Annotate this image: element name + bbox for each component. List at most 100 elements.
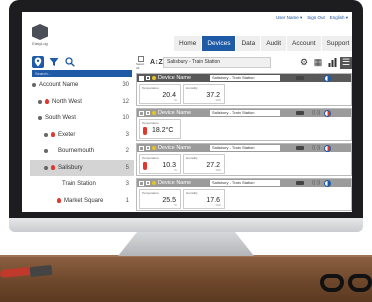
monitor-stand — [118, 232, 254, 256]
logo-text: EasyLog — [32, 41, 48, 46]
nav-audit[interactable]: Audit — [261, 36, 287, 51]
status-dot-icon — [32, 83, 36, 88]
wifi-icon: ((·)) — [312, 110, 321, 116]
tree-item-count: 10 — [122, 115, 129, 122]
top-links: User Name ▾ Sign Out English ▾ — [276, 15, 348, 21]
tree-item-count: 12 — [122, 98, 129, 105]
signal-pie-icon — [324, 144, 332, 152]
device-location: Salisbury - Train Station — [210, 180, 280, 186]
view-toggle: ⚙ ▦ ☰ — [298, 56, 352, 69]
thermometer-alarm-icon — [143, 127, 147, 135]
sort-az-button[interactable]: A↕Z — [150, 59, 163, 66]
signal-pie-icon — [324, 109, 332, 117]
device-location: Salisbury - Train Station — [210, 110, 280, 116]
device-card[interactable]: Device Name Salisbury - Train Station ((… — [136, 143, 352, 176]
tree-item-label: Bournemouth — [58, 148, 95, 155]
device-name: Device Name — [158, 110, 192, 116]
status-dot-icon — [44, 149, 48, 154]
reading-value: 18.2°C — [152, 127, 174, 134]
reading-unit: °C — [173, 203, 177, 207]
reading-label: Temperature — [142, 156, 159, 160]
device-checkbox[interactable] — [139, 145, 144, 151]
reading-unit: %rh — [215, 98, 221, 102]
device-readings: Temperature 18.2°C — [137, 117, 351, 141]
sidebar-tools — [30, 54, 134, 70]
tree-item-label: Account Name — [39, 82, 79, 89]
tree-item-count: 2 — [125, 148, 129, 155]
reading-unit: %rh — [215, 203, 221, 207]
user-menu-link[interactable]: User Name ▾ — [276, 15, 302, 21]
device-card[interactable]: Device Name Salisbury - Train Station ((… — [136, 108, 352, 141]
status-indicator-icon — [152, 76, 156, 80]
nav-home[interactable]: Home — [174, 36, 202, 51]
tree-item-label: Exeter — [58, 131, 76, 138]
temperature-reading: Temperature 25.5 °C — [139, 189, 181, 209]
tree-item-account[interactable]: Account Name 30 — [30, 77, 134, 94]
language-menu-link[interactable]: English ▾ — [330, 15, 348, 21]
tree-item-salisbury[interactable]: Salisbury 5 — [30, 159, 134, 176]
monitor-chin — [9, 218, 363, 232]
tree-item-label: South West — [45, 115, 76, 122]
battery-icon — [296, 146, 304, 150]
tree-item-count: 1 — [125, 197, 129, 204]
device-location: Salisbury - Train Station — [210, 75, 280, 81]
search-button[interactable] — [64, 56, 76, 68]
device-readings: Temperature 10.3 °C Humidity 27.2 %rh — [137, 152, 351, 176]
filter-icon — [49, 58, 59, 66]
battery-icon — [296, 111, 304, 115]
sidebar-search-input[interactable]: Search... — [32, 70, 132, 77]
tree-item-south-west[interactable]: South West 10 — [30, 110, 134, 127]
main-nav: Home Devices Data Audit Account Support — [173, 36, 352, 51]
reading-label: Humidity — [186, 156, 198, 160]
list-view-button[interactable]: ☰ — [340, 56, 352, 69]
device-card[interactable]: Device Name Salisbury - Train Station ((… — [136, 178, 352, 211]
tree-item-label: North West — [52, 98, 82, 105]
tree-item-label: Train Station — [62, 181, 96, 188]
device-checkbox[interactable] — [139, 180, 144, 186]
device-location: Salisbury - Train Station — [210, 145, 280, 151]
status-dot-icon — [44, 165, 48, 170]
tree-item-train-station[interactable]: Train Station 3 — [30, 176, 134, 193]
device-name: Device Name — [158, 75, 192, 81]
tree-item-exeter[interactable]: Exeter 3 — [30, 127, 134, 144]
bar-chart-icon — [328, 58, 336, 67]
gear-icon: ⚙ — [299, 57, 309, 67]
reading-label: Temperature — [142, 86, 159, 90]
status-dot-icon — [44, 132, 48, 137]
filter-button[interactable] — [48, 56, 60, 68]
tree-item-count: 30 — [122, 82, 129, 89]
device-checkbox[interactable] — [139, 110, 144, 116]
reading-label: Temperature — [142, 191, 159, 195]
nav-support[interactable]: Support — [321, 36, 352, 51]
device-type-icon — [146, 146, 150, 150]
settings-button[interactable]: ⚙ — [298, 57, 310, 69]
device-type-icon — [146, 111, 150, 115]
wifi-icon: ((·)) — [312, 180, 321, 186]
device-name: Device Name — [158, 145, 192, 151]
reading-label: Temperature — [142, 121, 159, 125]
reading-unit: °C — [173, 98, 177, 102]
select-all[interactable]: Select All — [136, 55, 146, 70]
nav-data[interactable]: Data — [236, 36, 261, 51]
desk — [0, 257, 372, 302]
device-name: Device Name — [158, 180, 192, 186]
nav-account[interactable]: Account — [287, 36, 321, 51]
sign-out-link[interactable]: Sign Out — [307, 15, 325, 21]
calendar-button[interactable]: ▦ — [312, 57, 324, 69]
device-card-header: Device Name Salisbury - Train Station ((… — [137, 109, 351, 117]
location-pin-button[interactable] — [32, 56, 44, 68]
wifi-icon: ((·)) — [312, 145, 321, 151]
humidity-reading: Humidity 27.2 %rh — [183, 154, 225, 174]
device-toolbar: Select All A↕Z Salisbury - Train Station… — [136, 54, 352, 71]
device-checkbox[interactable] — [139, 75, 144, 81]
tree-item-label: Salisbury — [58, 164, 83, 171]
nav-devices[interactable]: Devices — [202, 36, 236, 51]
device-card-header: Device Name Salisbury - Train Station ((… — [137, 74, 351, 82]
tree-item-north-west[interactable]: North West 12 — [30, 94, 134, 111]
device-card[interactable]: Device Name Salisbury - Train Station ((… — [136, 73, 352, 106]
chart-button[interactable] — [326, 57, 338, 69]
alarm-icon — [51, 165, 55, 171]
tree-item-market-square[interactable]: Market Square 1 — [30, 193, 134, 210]
tree-item-bournemouth[interactable]: Bournemouth 2 — [30, 143, 134, 160]
tree-item-count: 3 — [125, 181, 129, 188]
